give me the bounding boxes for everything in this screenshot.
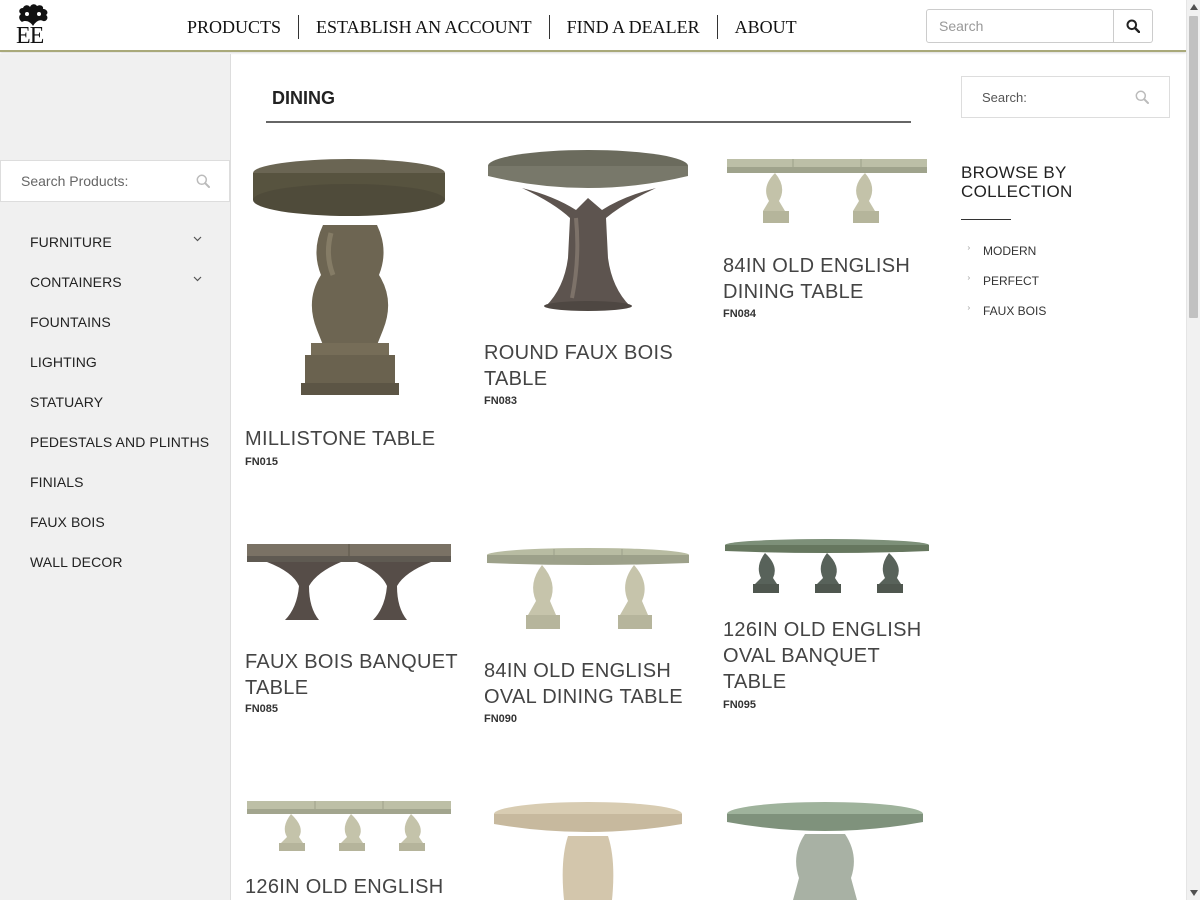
product-search-input[interactable] <box>1 161 181 201</box>
header-search <box>926 9 1153 43</box>
collection-item-modern[interactable]: MODERN <box>961 240 1046 270</box>
browse-collection-heading: BROWSE BY COLLECTION <box>961 163 1073 201</box>
sidebar-item-fountains[interactable]: FOUNTAINS <box>30 302 210 342</box>
chevron-down-icon[interactable] <box>193 276 202 282</box>
product-image[interactable] <box>484 545 694 635</box>
collection-label: FAUX BOIS <box>983 304 1047 318</box>
product-sku: FN085 <box>245 703 279 715</box>
search-icon[interactable] <box>1135 90 1149 104</box>
sidebar-item-label: PEDESTALS AND PLINTHS <box>30 434 210 450</box>
sidebar-item-lighting[interactable]: LIGHTING <box>30 342 210 382</box>
header-search-button[interactable] <box>1114 9 1153 43</box>
nav-about[interactable]: ABOUT <box>735 17 797 38</box>
page-title: DINING <box>272 88 335 108</box>
product-name[interactable]: ROUND FAUX BOIS TABLE <box>484 340 699 392</box>
product-name[interactable]: 126IN OLD ENGLISH <box>245 874 460 900</box>
site-logo[interactable]: EE <box>14 3 52 49</box>
sidebar-item-label: LIGHTING <box>30 354 97 370</box>
page-scrollbar[interactable] <box>1186 0 1200 900</box>
nav-divider <box>716 15 718 39</box>
product-name[interactable]: 84IN OLD ENGLISH OVAL DINING TABLE <box>484 658 699 710</box>
collection-item-perfect[interactable]: PERFECT <box>961 270 1046 300</box>
search-icon <box>1126 19 1140 33</box>
chevron-right-icon <box>967 246 970 250</box>
product-image[interactable] <box>484 148 694 313</box>
collection-label: PERFECT <box>983 274 1040 288</box>
sidebar-item-containers[interactable]: CONTAINERS <box>30 262 210 302</box>
collection-label: MODERN <box>983 244 1037 258</box>
category-menu: FURNITURE CONTAINERS FOUNTAINS LIGHTING … <box>30 222 210 582</box>
sidebar-item-label: FOUNTAINS <box>30 314 111 330</box>
search-icon[interactable] <box>196 174 210 188</box>
scroll-down-icon[interactable] <box>1190 890 1198 896</box>
product-image[interactable] <box>723 151 931 229</box>
product-sku: FN015 <box>245 456 279 468</box>
product-sku: FN095 <box>723 699 757 711</box>
sidebar-item-label: FURNITURE <box>30 234 112 250</box>
logo-monogram: EE <box>16 23 44 49</box>
sidebar-item-label: WALL DECOR <box>30 554 123 570</box>
sidebar-item-label: FINIALS <box>30 474 84 490</box>
product-image[interactable] <box>245 538 455 628</box>
sidebar-item-label: CONTAINERS <box>30 274 122 290</box>
nav-products[interactable]: PRODUCTS <box>187 17 281 38</box>
product-sku: FN083 <box>484 395 518 407</box>
product-image[interactable] <box>245 797 455 855</box>
product-image[interactable] <box>484 800 694 900</box>
scroll-up-icon[interactable] <box>1190 4 1198 10</box>
sidebar-item-faux-bois[interactable]: FAUX BOIS <box>30 502 210 542</box>
collection-list: MODERN PERFECT FAUX BOIS <box>961 240 1046 330</box>
nav-establish-account[interactable]: ESTABLISH AN ACCOUNT <box>316 17 532 38</box>
nav-divider <box>298 15 300 39</box>
main-navigation: PRODUCTS ESTABLISH AN ACCOUNT FIND A DEA… <box>187 15 797 39</box>
category-sidebar: FURNITURE CONTAINERS FOUNTAINS LIGHTING … <box>0 54 231 900</box>
sidebar-item-furniture[interactable]: FURNITURE <box>30 222 210 262</box>
product-image[interactable] <box>723 536 931 598</box>
heading-underline <box>961 219 1011 220</box>
sidebar-item-pedestals-plinths[interactable]: PEDESTALS AND PLINTHS <box>30 422 210 462</box>
sidebar-item-statuary[interactable]: STATUARY <box>30 382 210 422</box>
header-search-input[interactable] <box>926 9 1114 43</box>
sidebar-item-label: STATUARY <box>30 394 104 410</box>
sidebar-item-label: FAUX BOIS <box>30 514 105 530</box>
collection-search <box>961 76 1170 118</box>
sidebar-item-wall-decor[interactable]: WALL DECOR <box>30 542 210 582</box>
chevron-right-icon <box>967 306 970 310</box>
nav-find-dealer[interactable]: FIND A DEALER <box>567 17 700 38</box>
title-divider <box>266 121 911 123</box>
collection-search-input[interactable] <box>962 77 1122 117</box>
product-sku: FN084 <box>723 308 757 320</box>
product-image[interactable] <box>245 155 455 405</box>
product-search <box>0 160 230 202</box>
product-image[interactable] <box>723 800 931 900</box>
site-header: EE PRODUCTS ESTABLISH AN ACCOUNT FIND A … <box>0 0 1186 52</box>
nav-divider <box>548 15 550 39</box>
product-name[interactable]: MILLISTONE TABLE <box>245 426 460 452</box>
chevron-right-icon <box>967 276 970 280</box>
product-name[interactable]: 84IN OLD ENGLISH DINING TABLE <box>723 253 938 305</box>
sidebar-item-finials[interactable]: FINIALS <box>30 462 210 502</box>
product-name[interactable]: FAUX BOIS BANQUET TABLE <box>245 649 460 701</box>
collection-item-faux-bois[interactable]: FAUX BOIS <box>961 300 1046 330</box>
product-name[interactable]: 126IN OLD ENGLISH OVAL BANQUET TABLE <box>723 617 938 695</box>
chevron-down-icon[interactable] <box>193 236 202 242</box>
scrollbar-thumb[interactable] <box>1189 16 1198 318</box>
product-sku: FN090 <box>484 713 518 725</box>
